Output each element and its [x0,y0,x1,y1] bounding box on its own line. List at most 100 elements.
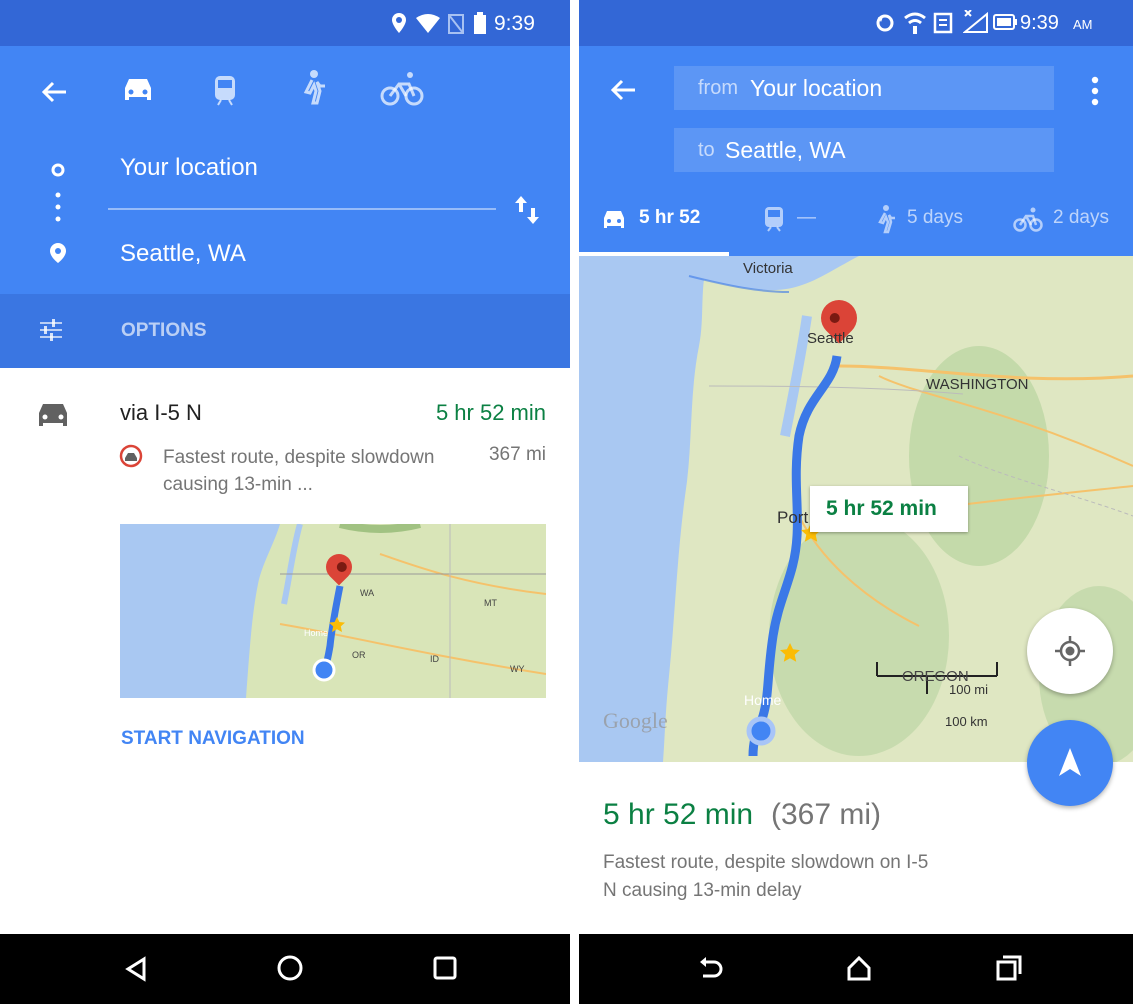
map-label-id: ID [430,654,439,664]
destination-prefix: to [698,139,715,161]
summary-distance: (367 mi) [771,798,882,831]
scale-km: 100 km [945,714,988,729]
map-label-wa: WA [360,588,375,598]
map-label-mt: MT [484,598,497,608]
tab-cycling[interactable]: 2 days [1013,202,1133,238]
swap-icon[interactable] [512,194,542,226]
tab-driving[interactable]: 5 hr 52 [601,202,721,238]
google-watermark: Google [603,708,668,733]
bike-icon [1013,207,1043,232]
origin-field[interactable]: from Your location [674,66,1054,110]
signal-icon [963,10,988,33]
walk-mode-tab[interactable] [292,68,336,112]
walking-time: 5 days [907,207,963,228]
car-icon [125,79,151,100]
directions-header: Your location Seattle, WA [0,46,570,294]
origin-field[interactable]: Your location [120,154,258,182]
recents-nav-icon[interactable] [995,954,1023,982]
field-divider [108,208,496,210]
star-icon [780,643,800,662]
origin-dot-icon [51,163,65,177]
walk-icon [303,70,325,105]
preview-map-graphic [120,524,546,698]
route-distance: 367 mi [488,444,546,465]
origin-prefix: from [698,77,738,99]
crosshair-icon [1055,636,1085,666]
route-description: Fastest route, despite slowdown causing … [163,447,435,495]
summary-time: 5 hr 52 min [603,798,754,831]
wifi-icon [904,12,926,34]
transit-mode-tab[interactable] [205,72,249,112]
status-ampm: AM [1073,17,1093,32]
route-time-label: 5 hr 52 min [826,497,937,520]
back-arrow-icon[interactable] [40,80,68,104]
route-preview-map[interactable]: WA MT OR ID WY Home [120,524,546,698]
destination-field[interactable]: to Seattle, WA [674,128,1054,172]
bike-mode-tab[interactable] [380,68,428,112]
battery-icon [474,12,486,34]
back-nav-icon[interactable] [124,956,148,982]
options-label: OPTIONS [121,320,207,341]
destination-value: Seattle, WA [725,137,846,163]
car-icon [39,404,67,426]
walk-icon [878,205,895,234]
tab-transit[interactable]: — [763,202,833,238]
system-nav-bar [0,934,570,1004]
map-label-or: OR [352,650,366,660]
home-nav-icon[interactable] [276,954,304,982]
summary-description-line2: N causing 13-min delay [603,880,802,901]
route-time-callout[interactable]: 5 hr 52 min [810,486,968,532]
system-nav-bar [579,934,1133,1004]
directions-header: from Your location to Seattle, WA 5 hr 5… [579,46,1133,256]
route-summary: 5 hr 52 min (367 mi) Fastest route, desp… [579,762,1133,934]
train-icon [215,76,235,106]
battery-icon [993,14,1017,30]
bike-icon [380,72,424,106]
map-label-wy: WY [510,664,525,674]
status-time: 9:39 [1020,12,1059,34]
status-bar: 9:39 [0,0,570,46]
route-duration: 5 hr 52 min [435,400,546,425]
route-name: via I-5 N [120,400,202,425]
route-card[interactable]: via I-5 N 5 hr 52 min Fastest route, des… [0,368,570,934]
left-screen: 9:39 Your location Seattle, WA OPTIONS v… [0,0,570,1004]
status-bar: 9:39 AM [579,0,1133,46]
right-screen: 9:39 AM from Your location to Seattle, W… [579,0,1133,1004]
traffic-alert-icon [119,444,143,468]
destination-field[interactable]: Seattle, WA [120,240,246,268]
map-label-washington: WASHINGTON [926,376,1029,393]
destination-pin-icon [50,243,66,263]
tune-icon [40,319,62,341]
map-label-victoria: Victoria [743,260,793,277]
star-icon [329,617,345,632]
tab-walking[interactable]: 5 days [873,202,983,238]
summary-description-line1: Fastest route, despite slowdown on I-5 [603,852,929,873]
home-nav-icon[interactable] [845,954,873,982]
map-label-home: Home [744,692,782,708]
map-label-port: Port [777,508,809,527]
car-mode-tab[interactable] [118,72,162,112]
recents-nav-icon[interactable] [432,955,458,981]
scale-miles: 100 mi [949,682,989,697]
no-sim-icon [448,14,464,34]
route-dots-icon [55,192,61,222]
start-navigation-button[interactable]: START NAVIGATION [121,728,305,750]
location-icon [392,13,406,33]
status-time: 9:39 [494,12,535,35]
back-arrow-icon[interactable] [609,78,637,102]
map-label-home: Home [304,628,329,638]
transit-time: — [797,207,816,228]
origin-value: Your location [750,75,883,101]
cycling-time: 2 days [1053,207,1109,228]
my-location-button[interactable] [1027,608,1113,694]
more-vert-icon[interactable] [1091,76,1099,106]
sync-icon [876,14,894,32]
driving-time: 5 hr 52 [639,207,701,228]
map-label-seattle: Seattle [807,330,854,347]
back-nav-icon[interactable] [697,954,723,982]
screenshot-icon [933,12,953,34]
train-icon [765,207,783,232]
options-bar[interactable]: OPTIONS [0,294,570,368]
car-icon [604,211,624,228]
wifi-icon [416,14,440,33]
